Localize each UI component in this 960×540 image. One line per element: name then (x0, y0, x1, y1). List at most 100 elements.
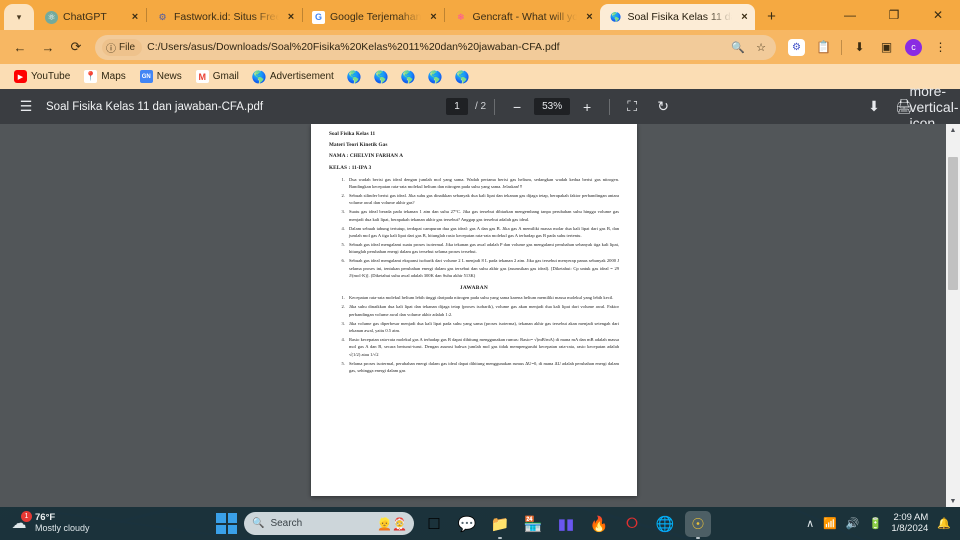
browser-tab-google-terjemahan[interactable]: G Google Terjemahan × (303, 4, 444, 30)
bookmark-item-6[interactable]: 🌎 (342, 68, 367, 85)
taskbar-app-task-view[interactable]: ☐ (421, 511, 447, 537)
search-icon[interactable]: 🔍 (729, 38, 747, 56)
list-item: Rasio kecepatan rata-rata molekul gas A … (346, 336, 619, 358)
maximize-button[interactable]: ❐ (872, 0, 916, 30)
bookmark-youtube[interactable]: ▶ YouTube (8, 68, 76, 85)
gmail-icon: M (195, 70, 209, 83)
tab-close-icon[interactable]: × (737, 10, 751, 24)
tab-close-icon[interactable]: × (284, 10, 298, 24)
volume-icon[interactable]: 🔊 (846, 517, 860, 530)
toolbar-divider (494, 98, 496, 115)
bookmark-label: News (156, 71, 182, 82)
list-item: Jika suhu dinaikkan dua kali lipat dan t… (346, 303, 619, 318)
taskbar-app-file-explorer[interactable]: 📁 (487, 511, 513, 539)
navigation-bar: ← → ⟳ ⓘ File C:/Users/asus/Downloads/Soa… (0, 30, 960, 64)
reload-button[interactable]: ⟳ (63, 34, 89, 60)
list-item: Suatu gas ideal berada pada tekanan 1 at… (346, 208, 619, 223)
bell-icon[interactable]: 🔔 (937, 517, 951, 530)
bookmark-gmail[interactable]: M Gmail (190, 68, 245, 85)
split-view-icon[interactable]: ▣ (874, 35, 899, 60)
search-input[interactable]: 🔍 Search 👱 🤶 (244, 512, 414, 535)
browser-tab-fastwork[interactable]: ⚙ Fastwork.id: Situs Freelan × (147, 4, 302, 30)
avatar[interactable]: c (901, 35, 926, 60)
tab-strip: ▾ ⚛ ChatGPT × ⚙ Fastwork.id: Situs Freel… (0, 0, 960, 30)
hamburger-menu-icon[interactable]: ☰ (12, 93, 40, 121)
pdf-document-area[interactable]: Soal Fisika Kelas 11 Materi Teori Kineti… (0, 124, 960, 507)
doc-heading-4: KELAS : 11-IPA 3 (329, 164, 372, 171)
browser-tab-soal-fisika-pdf[interactable]: 🌎 Soal Fisika Kelas 11 dan j × (600, 4, 756, 30)
file-scheme-chip[interactable]: ⓘ File (102, 38, 143, 56)
taskbar-app-google-chrome[interactable]: ☉ (685, 510, 711, 539)
firefox-icon: 🔥 (589, 515, 609, 533)
answer-list: Kecepatan rata-rata molekul helium lebih… (329, 294, 619, 374)
bookmark-label: Advertisement (269, 71, 334, 82)
star-icon[interactable]: ☆ (752, 38, 770, 56)
address-bar[interactable]: ⓘ File C:/Users/asus/Downloads/Soal%20Fi… (95, 34, 776, 60)
list-item: Sebuah gas ideal mengalami ekspansi isob… (346, 257, 619, 279)
weather-widget[interactable]: ☁ 1 76°F Mostly cloudy (0, 511, 180, 533)
tab-close-icon[interactable]: × (582, 10, 596, 24)
taskbar-app-microsoft-edge[interactable]: 🌐 (652, 511, 678, 537)
bookmark-item-7[interactable]: 🌎 (369, 68, 394, 85)
list-item: Sebuah silinder berisi gas ideal. Jika s… (346, 192, 619, 207)
search-avatar-icon: 👱 (377, 516, 392, 531)
close-window-button[interactable]: ✕ (916, 0, 960, 30)
wifi-icon[interactable]: 📶 (823, 517, 837, 530)
bookmark-item-9[interactable]: 🌎 (423, 68, 448, 85)
vertical-scrollbar[interactable]: ▲ ▼ (946, 124, 960, 507)
more-vertical-icon[interactable]: ⋮ (928, 35, 953, 60)
clipboard-icon[interactable]: 📋 (811, 35, 836, 60)
taskbar-app-purple[interactable]: ▮▮ (553, 511, 579, 537)
back-button[interactable]: ← (7, 34, 33, 60)
tab-close-icon[interactable]: × (128, 10, 142, 24)
battery-icon[interactable]: 🔋 (869, 517, 883, 530)
extension-icon[interactable]: ⚙ (784, 35, 809, 60)
chat-icon: 💬 (457, 515, 477, 533)
browser-tab-gencraft[interactable]: ❄ Gencraft - What will you × (445, 4, 600, 30)
zoom-in-button[interactable]: + (573, 93, 601, 121)
bookmark-maps[interactable]: 📍 Maps (78, 68, 131, 85)
taskbar-app-opera[interactable]: ⭘ (619, 511, 645, 537)
windows-start-icon[interactable] (216, 513, 237, 534)
taskbar-app-chat[interactable]: 💬 (454, 511, 480, 537)
taskbar-app-microsoft-store[interactable]: 🏪 (520, 511, 546, 537)
list-item: Selama proses isotermal, perubahan energ… (346, 360, 619, 375)
page-number-input[interactable]: 1 (446, 98, 468, 115)
forward-button[interactable]: → (35, 34, 61, 60)
zoom-out-button[interactable]: − (503, 93, 531, 121)
zoom-level-value[interactable]: 53% (534, 98, 571, 115)
download-icon[interactable]: ⬇ (860, 93, 888, 121)
scrollbar-thumb[interactable] (948, 157, 958, 290)
info-circle-icon: ⓘ (106, 43, 116, 55)
tab-search-chevron-icon[interactable]: ▾ (4, 4, 34, 30)
browser-window: ▾ ⚛ ChatGPT × ⚙ Fastwork.id: Situs Freel… (0, 0, 960, 507)
download-icon[interactable]: ⬇ (847, 35, 872, 60)
globe-icon: 🌎 (427, 69, 443, 84)
scroll-up-arrow-icon[interactable]: ▲ (946, 124, 960, 136)
doc-heading-3: NAMA : CHELVIN FARHAN A (329, 153, 404, 160)
more-vertical-icon[interactable]: more-vertical-icon (909, 83, 958, 131)
fit-page-icon[interactable]: ⛶ (618, 93, 646, 121)
minimize-button[interactable]: — (828, 0, 872, 30)
show-hidden-icons-icon[interactable]: ∧ (806, 517, 814, 530)
google-translate-icon: G (312, 10, 325, 24)
clock[interactable]: 2:09 AM 1/8/2024 (891, 512, 928, 535)
bookmark-item-10[interactable]: 🌎 (450, 68, 475, 85)
tab-close-icon[interactable]: × (426, 10, 440, 24)
taskbar-app-firefox[interactable]: 🔥 (586, 511, 612, 537)
pdf-toolbar: ☰ Soal Fisika Kelas 11 dan jawaban-CFA.p… (0, 83, 960, 131)
list-item: Kecepatan rata-rata molekul helium lebih… (346, 294, 619, 301)
window-controls: — ❐ ✕ (828, 0, 960, 30)
bookmark-advertisement[interactable]: 🌎 Advertisement (247, 68, 340, 85)
pdf-page-zoom-controls: 1 / 2 − 53% + ⛶ ↻ (446, 93, 677, 121)
rotate-icon[interactable]: ↻ (649, 93, 677, 121)
bookmark-news[interactable]: GN News (134, 68, 188, 85)
pdf-toolbar-right: ⬇ 🖨 more-vertical-icon (860, 83, 958, 131)
tab-title: Gencraft - What will you (472, 11, 578, 23)
new-tab-button[interactable]: + (759, 4, 783, 28)
scroll-down-arrow-icon[interactable]: ▼ (946, 495, 960, 507)
folder-icon: 📁 (490, 515, 510, 533)
browser-tab-chatgpt[interactable]: ⚛ ChatGPT × (36, 4, 146, 30)
youtube-icon: ▶ (14, 70, 27, 83)
bookmark-item-8[interactable]: 🌎 (396, 68, 421, 85)
